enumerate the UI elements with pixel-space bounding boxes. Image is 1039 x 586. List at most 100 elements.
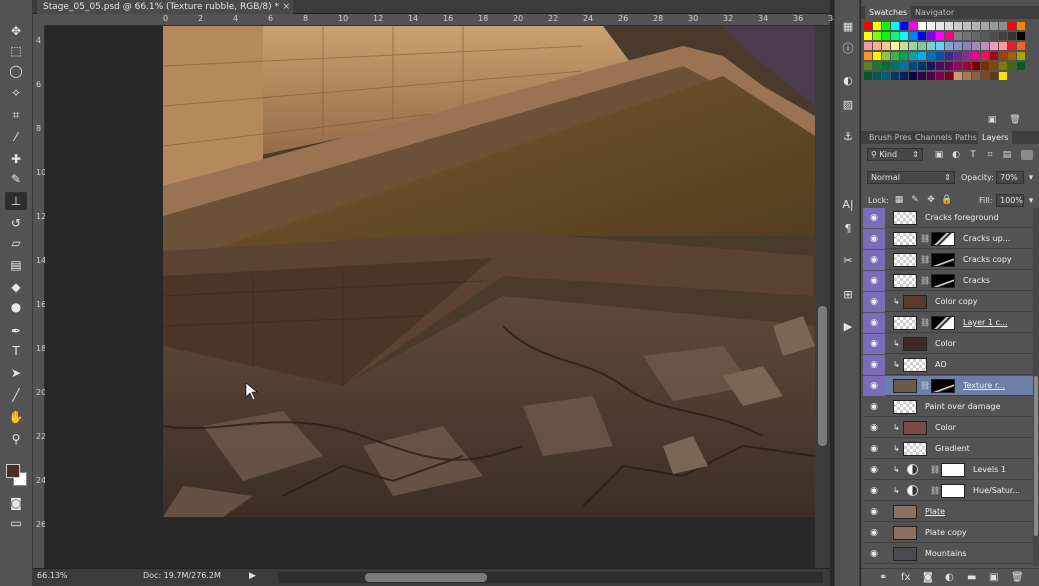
layer-name[interactable]: Plate copy	[925, 528, 967, 537]
color-swatch[interactable]	[999, 62, 1007, 70]
color-swatch[interactable]	[864, 72, 872, 80]
layer-name[interactable]: Texture r...	[963, 381, 1005, 390]
color-swatch[interactable]	[945, 52, 953, 60]
layer-name[interactable]: AO	[935, 360, 947, 369]
document-tab[interactable]: Stage_05_05.psd @ 66.1% (Texture rubble,…	[37, 0, 293, 14]
color-swatch[interactable]	[900, 42, 908, 50]
delete-swatch-icon[interactable]: 🗑	[1009, 115, 1021, 125]
layer-thumbnail[interactable]	[903, 421, 927, 435]
tab-swatches[interactable]: Swatches	[865, 6, 912, 19]
ruler-origin[interactable]	[33, 14, 45, 26]
visibility-eye-icon[interactable]: ◉	[863, 334, 885, 354]
color-swatch[interactable]	[945, 72, 953, 80]
tab-paths[interactable]: Paths	[951, 131, 981, 144]
document-size-info[interactable]: Doc: 19.7M/276.2M	[143, 571, 221, 580]
blend-mode-select[interactable]: Normal ⇕	[867, 171, 955, 184]
visibility-eye-icon[interactable]: ◉	[863, 292, 885, 312]
layer-name[interactable]: Cracks up...	[963, 234, 1010, 243]
color-swatch[interactable]	[1008, 62, 1016, 70]
color-swatch[interactable]	[927, 32, 935, 40]
color-swatch[interactable]	[873, 52, 881, 60]
color-swatch[interactable]	[882, 52, 890, 60]
color-swatch[interactable]	[1008, 52, 1016, 60]
fill-dropdown-icon[interactable]: ▾	[1025, 196, 1037, 206]
color-swatch[interactable]	[1008, 22, 1016, 30]
screen-mode-icon[interactable]: ▭	[5, 514, 27, 532]
color-swatch[interactable]	[1017, 32, 1025, 40]
visibility-eye-icon[interactable]: ◉	[863, 313, 885, 333]
layer-thumbnail[interactable]	[903, 358, 927, 372]
color-swatch[interactable]	[873, 62, 881, 70]
color-swatch[interactable]	[936, 22, 944, 30]
layer-name[interactable]: Color	[935, 339, 956, 348]
layer-name[interactable]: Cracks	[963, 276, 990, 285]
visibility-eye-icon[interactable]: ◉	[863, 376, 885, 396]
tab-brush-presets[interactable]: Brush Pres	[865, 131, 916, 144]
color-swatch[interactable]	[963, 22, 971, 30]
color-swatch[interactable]	[963, 62, 971, 70]
color-swatch[interactable]	[972, 22, 980, 30]
layer-row[interactable]: ◉ ⛓ Cracks up...	[863, 229, 1033, 249]
color-swatch[interactable]	[954, 52, 962, 60]
pen-tool-icon[interactable]: ✒	[5, 322, 27, 340]
layer-name[interactable]: Mountains	[925, 549, 966, 558]
color-swatch[interactable]	[972, 32, 980, 40]
color-swatch[interactable]	[909, 22, 917, 30]
link-icon[interactable]: ⛓	[920, 276, 930, 285]
color-swatch[interactable]	[900, 22, 908, 30]
horizontal-scroll-thumb[interactable]	[365, 573, 487, 582]
quick-select-tool-icon[interactable]: ✧	[5, 84, 27, 102]
lasso-tool-icon[interactable]: ◯	[5, 62, 27, 80]
close-icon[interactable]: ×	[282, 0, 290, 14]
color-swatch[interactable]	[891, 42, 899, 50]
eraser-tool-icon[interactable]: ▱	[5, 234, 27, 252]
clone-source-icon[interactable]: ⊞	[839, 286, 857, 302]
color-swatch[interactable]	[999, 22, 1007, 30]
healing-brush-tool-icon[interactable]: ✚	[5, 150, 27, 168]
color-swatch[interactable]	[936, 32, 944, 40]
fill-field[interactable]: 100%	[996, 194, 1024, 207]
color-swatch[interactable]	[864, 52, 872, 60]
color-swatch[interactable]	[1008, 42, 1016, 50]
color-swatch[interactable]	[999, 52, 1007, 60]
layer-thumbnail[interactable]	[893, 547, 917, 561]
color-swatch[interactable]	[936, 72, 944, 80]
color-swatch[interactable]	[882, 32, 890, 40]
layer-row[interactable]: ◉ ↳ Color	[863, 334, 1033, 354]
layer-name[interactable]: Cracks copy	[963, 255, 1012, 264]
layer-thumbnail[interactable]	[893, 526, 917, 540]
layer-row[interactable]: ◉ ⛓ Cracks copy	[863, 250, 1033, 270]
layer-mask-thumbnail[interactable]	[931, 232, 955, 246]
color-swatch[interactable]	[981, 32, 989, 40]
vertical-scroll-thumb[interactable]	[818, 306, 827, 446]
layer-mask-thumbnail[interactable]	[941, 463, 965, 477]
color-swatch[interactable]	[900, 72, 908, 80]
layer-name[interactable]: Color copy	[935, 297, 978, 306]
color-swatch[interactable]	[954, 32, 962, 40]
color-swatch[interactable]	[918, 22, 926, 30]
layer-thumbnail[interactable]	[893, 232, 917, 246]
color-swatch[interactable]	[1017, 52, 1025, 60]
layer-thumbnail[interactable]	[893, 316, 917, 330]
color-swatch[interactable]	[990, 32, 998, 40]
color-swatch[interactable]	[1017, 22, 1025, 30]
new-adjustment-icon[interactable]: ◐	[945, 572, 954, 583]
color-swatch[interactable]	[864, 32, 872, 40]
horizontal-ruler[interactable]: 024681012141618202224262830323436384042	[45, 14, 908, 26]
brush-icon[interactable]: ⚓	[839, 128, 857, 144]
lock-transparency-icon[interactable]: ▦	[893, 195, 905, 205]
paragraph-icon[interactable]: ¶	[839, 220, 857, 236]
color-swatch[interactable]	[909, 42, 917, 50]
filter-toggle-icon[interactable]	[1021, 150, 1033, 160]
color-swatch[interactable]	[873, 42, 881, 50]
layer-thumbnail[interactable]	[893, 400, 917, 414]
vertical-ruler[interactable]: 4 6 8 10 12 14 16 18 20 22 24 26	[33, 26, 46, 568]
history-brush-tool-icon[interactable]: ↺	[5, 214, 27, 232]
foreground-color-swatch[interactable]	[6, 464, 20, 478]
layer-row[interactable]: ◉ ↳ Gradient	[863, 439, 1033, 459]
color-swatch[interactable]	[963, 42, 971, 50]
color-swatch[interactable]	[936, 52, 944, 60]
color-swatch[interactable]	[972, 42, 980, 50]
color-swatch[interactable]	[1017, 42, 1025, 50]
layer-row[interactable]: ◉ ↳ Color copy	[863, 292, 1033, 312]
